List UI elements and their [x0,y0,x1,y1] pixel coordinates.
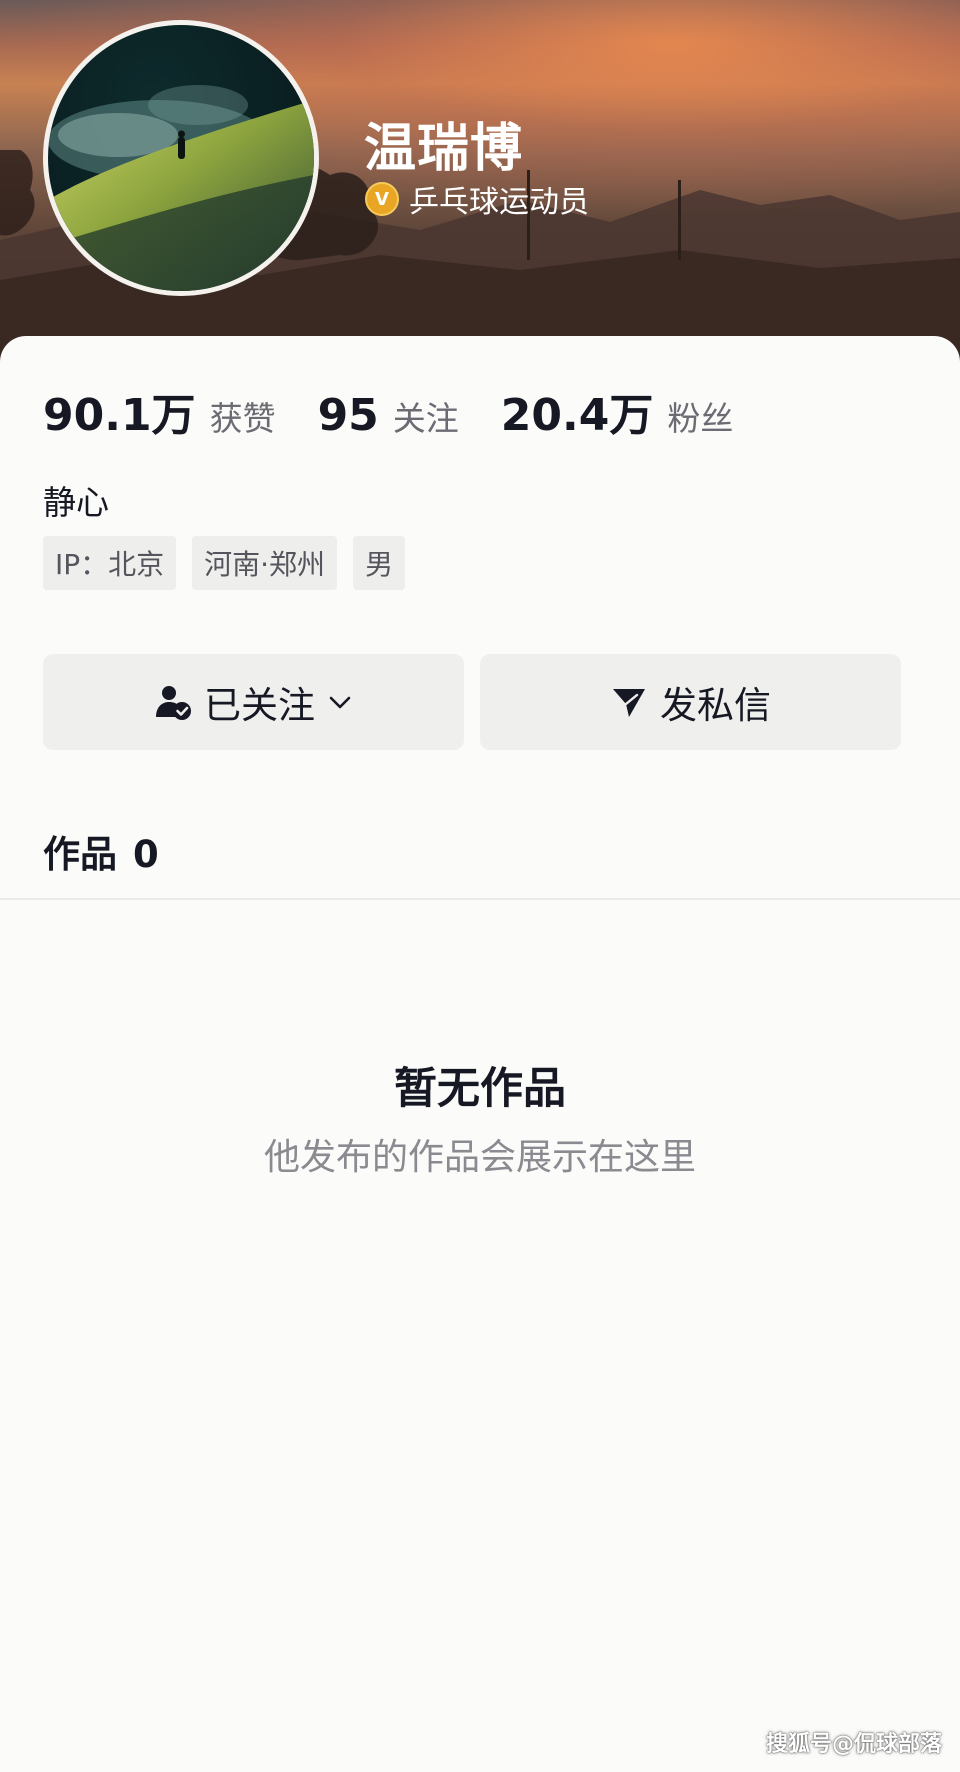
avatar-image [48,85,314,291]
profile-tags: IP：北京 河南·郑州 男 [43,536,421,590]
followed-button[interactable]: 已关注 [43,654,464,750]
stat-label: 获赞 [209,399,276,438]
profile-name: 温瑞博 [364,119,524,179]
empty-state-subtitle: 他发布的作品会展示在这里 [263,1137,696,1178]
tag-gender: 男 [353,536,406,590]
send-message-button[interactable]: 发私信 [480,654,901,750]
avatar[interactable] [43,20,319,296]
tab-works[interactable]: 作品 0 [43,824,159,878]
stat-followers[interactable]: 20.4万 粉丝 [501,379,734,443]
profile-card: 90.1万 获赞 95 关注 20.4万 粉丝 静心 IP：北京 河南·郑州 男… [0,336,960,1772]
verification-row: V 乒乓球运动员 [365,177,589,221]
divider [0,898,960,900]
stat-value: 90.1万 [43,390,196,441]
tag-ip-location: IP：北京 [43,536,177,590]
works-tab-label: 作品 [43,833,117,876]
followed-label: 已关注 [204,684,315,727]
stat-following[interactable]: 95 关注 [318,390,459,441]
stat-label: 粉丝 [667,399,734,438]
send-message-icon [610,683,648,721]
watermark: 搜狐号@侃球部落 [765,1732,942,1757]
stat-label: 关注 [392,399,459,438]
stat-likes[interactable]: 90.1万 获赞 [43,379,276,443]
stat-value: 95 [317,390,379,441]
stat-value: 20.4万 [500,390,654,441]
chevron-down-icon [327,689,353,715]
profile-stats: 90.1万 获赞 95 关注 20.4万 粉丝 [43,379,775,443]
profile-bio: 静心 [43,483,109,522]
verified-badge-icon: V [365,182,399,216]
profile-header-banner: 温瑞博 V 乒乓球运动员 [0,0,960,380]
send-message-label: 发私信 [660,684,771,727]
empty-state-title: 暂无作品 [394,1064,566,1114]
verification-title: 乒乓球运动员 [409,185,589,220]
works-count: 0 [133,833,159,876]
tag-hometown: 河南·郑州 [192,536,338,590]
followed-user-icon [154,683,192,721]
